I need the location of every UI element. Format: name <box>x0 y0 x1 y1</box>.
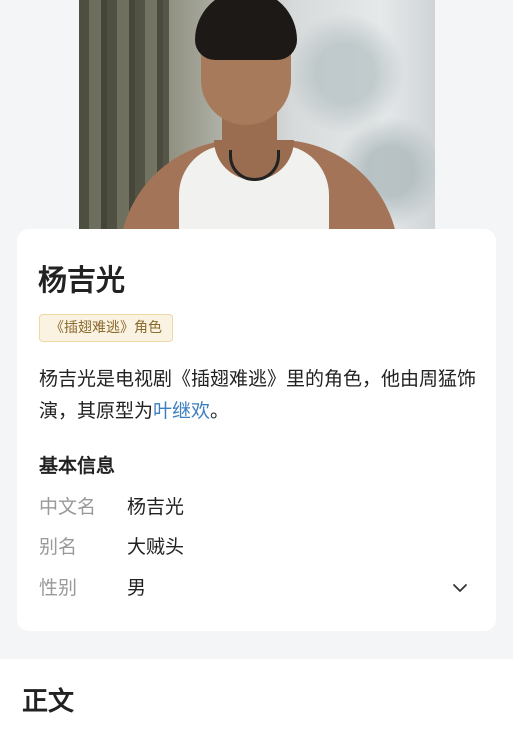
info-row-alias: 别名 大贼头 <box>39 533 184 561</box>
info-row-gender: 性别 男 <box>39 574 146 602</box>
info-value: 大贼头 <box>127 536 185 558</box>
description-link[interactable]: 叶继欢 <box>153 400 210 422</box>
info-key: 中文名 <box>39 496 97 518</box>
entry-card: 杨吉光 《插翅难逃》角色 杨吉光是电视剧《插翅难逃》里的角色，他由周猛饰演，其原… <box>17 229 496 631</box>
photo-person-hair <box>195 0 297 60</box>
entry-title: 杨吉光 <box>38 263 126 297</box>
info-key: 性别 <box>39 577 78 599</box>
info-value: 杨吉光 <box>127 496 185 518</box>
chevron-down-icon[interactable] <box>450 578 470 598</box>
entry-tag[interactable]: 《插翅难逃》角色 <box>39 314 173 342</box>
info-row-chinese-name: 中文名 杨吉光 <box>39 493 184 521</box>
description-text: 杨吉光是电视剧《插翅难逃》里的角色，他由周猛饰演，其原型为 <box>39 368 477 422</box>
info-key: 别名 <box>39 536 78 558</box>
body-section-title: 正文 <box>22 687 75 717</box>
description-end: 。 <box>210 400 230 422</box>
hero-photo[interactable] <box>79 0 435 245</box>
basic-info-heading: 基本信息 <box>39 455 116 477</box>
body-section: 正文 <box>0 659 513 729</box>
entry-description: 杨吉光是电视剧《插翅难逃》里的角色，他由周猛饰演，其原型为叶继欢。 <box>39 363 479 427</box>
info-value: 男 <box>127 577 147 599</box>
